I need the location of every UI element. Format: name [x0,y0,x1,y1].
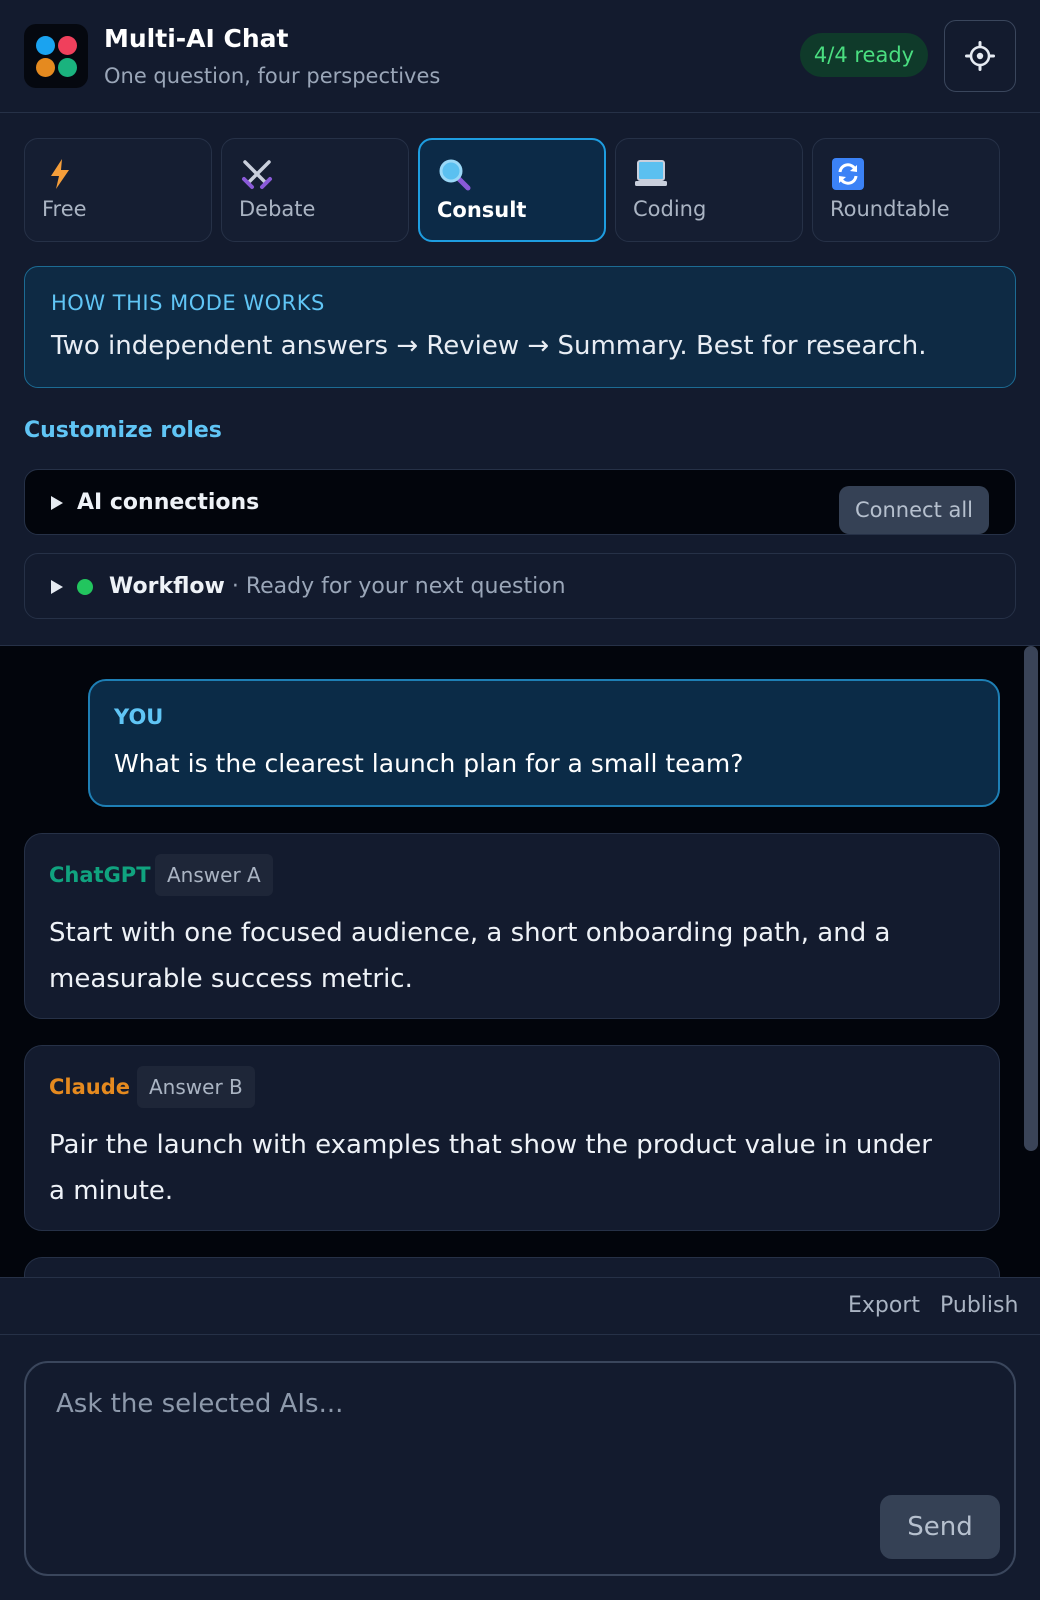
tab-label: Free [42,197,87,221]
workflow-label: Workflow · Ready for your next question [109,574,566,599]
connections-label: AI connections [77,490,260,515]
chat-area[interactable]: YOU What is the clearest launch plan for… [0,645,1040,1277]
logo-dot-blue [36,36,55,55]
logo-dot-red [58,36,77,55]
answer-badge: Answer B [137,1066,255,1108]
info-text: Two independent answers → Review → Summa… [51,331,927,361]
answer-card: ChatGPT Answer A Start with one focused … [24,833,1000,1019]
publish-link[interactable]: Publish [940,1293,1018,1318]
user-label: YOU [114,705,164,729]
app-logo [24,24,88,88]
tab-roundtable[interactable]: Roundtable [812,138,1000,242]
message-input[interactable] [56,1389,956,1479]
tab-coding[interactable]: Coding [615,138,803,242]
tab-label: Debate [239,197,316,221]
ai-name: Claude [49,1075,131,1099]
app-subtitle: One question, four perspectives [104,64,441,88]
header: Multi-AI Chat One question, four perspec… [0,0,1040,113]
tab-label: Consult [437,198,527,222]
mode-tabs: Free Debate Consult Coding Roundtable [24,138,1016,242]
answer-text: Pair the launch with examples that show … [49,1130,932,1206]
export-link[interactable]: Export [848,1293,920,1318]
ai-name: ChatGPT [49,863,151,887]
customize-roles-link[interactable]: Customize roles [24,418,222,443]
tab-free[interactable]: Free [24,138,212,242]
expand-triangle-icon [51,580,63,594]
status-badge: 4/4 ready [800,33,928,77]
tab-debate[interactable]: Debate [221,138,409,242]
chat-scrollbar[interactable] [1024,646,1038,1151]
settings-button[interactable] [944,20,1016,92]
laptop-icon [635,160,667,186]
logo-dot-green [58,58,77,77]
answer-card: Claude Answer B Pair the launch with exa… [24,1045,1000,1231]
composer: Send [24,1361,1016,1576]
logo-dot-orange [36,58,55,77]
status-dot [77,579,93,595]
user-message: YOU What is the clearest launch plan for… [88,679,1000,807]
magnifier-icon [439,159,471,191]
answer-badge: Answer A [155,854,273,896]
ai-connections-panel[interactable]: AI connections Connect all [24,469,1016,535]
refresh-icon [832,158,864,190]
send-button[interactable]: Send [880,1495,1000,1559]
chat-actions-bar: Export Publish [0,1277,1040,1335]
app-title: Multi-AI Chat [104,24,289,53]
tab-label: Roundtable [830,197,950,221]
answer-text: Start with one focused audience, a short… [49,918,891,994]
workflow-status: · Ready for your next question [231,574,566,599]
expand-triangle-icon [51,496,63,510]
lightning-icon [51,159,69,189]
connect-all-button[interactable]: Connect all [839,486,989,534]
mode-info-box: HOW THIS MODE WORKS Two independent answ… [24,266,1016,388]
workflow-title: Workflow [109,574,225,599]
gear-icon [965,41,995,71]
app-window: Multi-AI Chat One question, four perspec… [0,0,1040,1600]
user-text: What is the clearest launch plan for a s… [114,749,744,778]
tab-consult[interactable]: Consult [418,138,606,242]
tab-label: Coding [633,197,707,221]
answer-card-partial [24,1257,1000,1277]
workflow-panel[interactable]: Workflow · Ready for your next question [24,553,1016,619]
crossed-swords-icon [242,160,272,189]
info-title: HOW THIS MODE WORKS [51,291,325,315]
